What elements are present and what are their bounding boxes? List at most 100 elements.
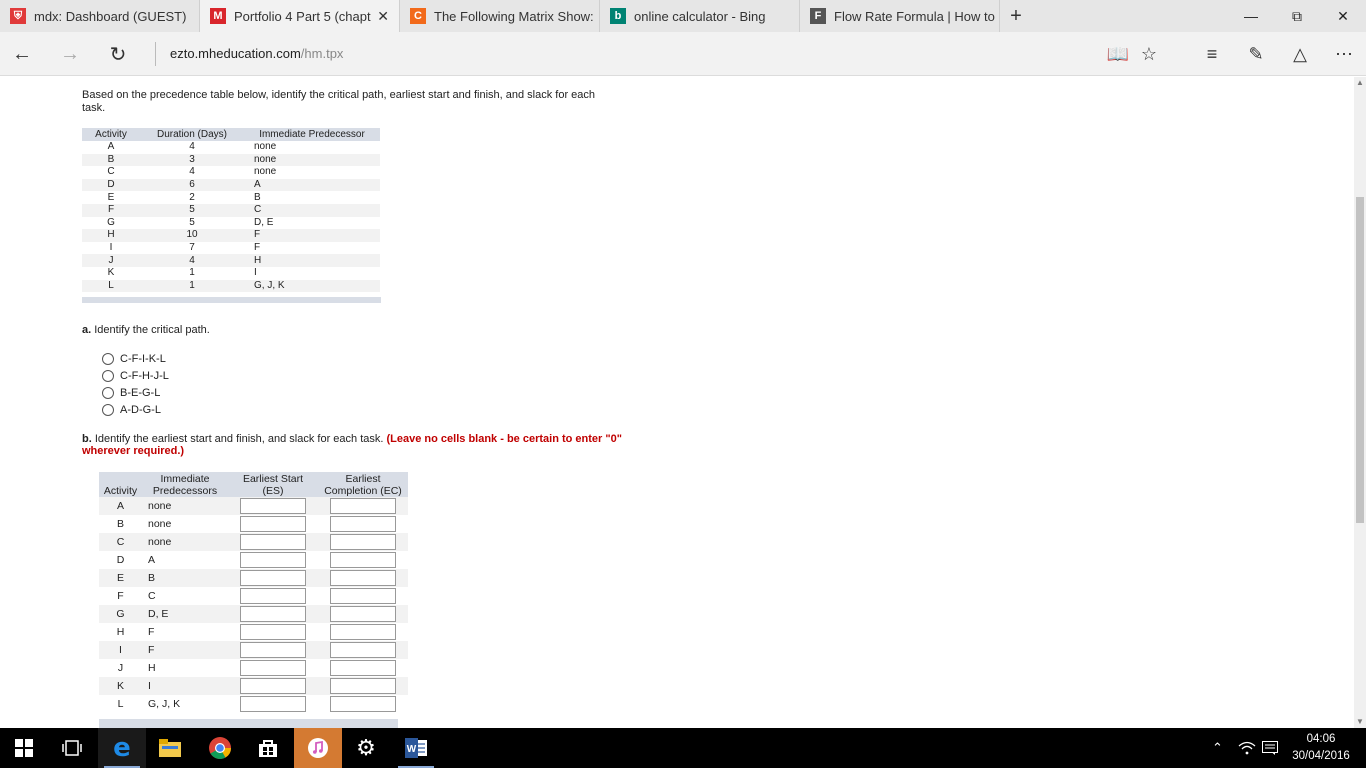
- browser-tab[interactable]: ⛨ mdx: Dashboard (GUEST): [0, 0, 200, 32]
- schedule-activity: K: [99, 677, 142, 695]
- more-icon[interactable]: ⋯: [1330, 40, 1358, 68]
- earliest-start-input[interactable]: [240, 606, 306, 622]
- back-icon[interactable]: ←: [8, 40, 36, 68]
- precedence-activity: L: [82, 279, 140, 293]
- browser-address-bar: ← → ↻ ezto.mheducation.com/hm.tpx 📖 ☆ ≡ …: [0, 32, 1366, 76]
- earliest-start-input[interactable]: [240, 660, 306, 676]
- taskbar-clock[interactable]: 04:06 30/04/2016: [1286, 731, 1356, 765]
- radio-button[interactable]: [102, 403, 114, 416]
- refresh-icon[interactable]: ↻: [104, 40, 132, 68]
- tab-title: mdx: Dashboard (GUEST): [34, 8, 187, 24]
- precedence-row: G 5 D, E: [82, 217, 380, 230]
- notifications-icon[interactable]: [1262, 728, 1278, 768]
- scroll-down-icon[interactable]: ▼: [1354, 716, 1366, 728]
- critical-path-option[interactable]: A-D-G-L: [102, 401, 169, 418]
- file-explorer-icon[interactable]: [146, 728, 194, 768]
- radio-button[interactable]: [102, 386, 114, 399]
- earliest-start-input[interactable]: [240, 624, 306, 640]
- earliest-start-input[interactable]: [240, 678, 306, 694]
- close-tab-icon[interactable]: ✕: [377, 8, 389, 25]
- earliest-completion-input[interactable]: [330, 660, 396, 676]
- share-icon[interactable]: △: [1286, 40, 1314, 68]
- svg-text:W: W: [407, 744, 417, 755]
- schedule-row: HF: [99, 623, 408, 641]
- earliest-completion-input[interactable]: [330, 696, 396, 712]
- edge-browser-icon[interactable]: e: [98, 728, 146, 768]
- precedence-activity: B: [82, 153, 140, 167]
- precedence-activity: H: [82, 229, 140, 242]
- part-b-question: b. Identify the earliest start and finis…: [82, 433, 622, 457]
- schedule-predecessors: none: [142, 497, 228, 515]
- precedence-row: L 1 G, J, K: [82, 279, 380, 293]
- store-icon[interactable]: [244, 728, 292, 768]
- reading-view-icon[interactable]: 📖: [1104, 40, 1132, 68]
- earliest-start-input[interactable]: [240, 552, 306, 568]
- task-view-icon[interactable]: [48, 728, 96, 768]
- url-field[interactable]: ezto.mheducation.com/hm.tpx: [170, 46, 343, 61]
- hub-icon[interactable]: ≡: [1198, 40, 1226, 68]
- earliest-start-input[interactable]: [240, 534, 306, 550]
- word-icon[interactable]: W: [392, 728, 440, 768]
- earliest-completion-input[interactable]: [330, 642, 396, 658]
- critical-path-option[interactable]: C-F-I-K-L: [102, 350, 169, 367]
- show-hidden-icons-chevron-icon[interactable]: ⌃: [1212, 728, 1223, 768]
- windows-start-icon[interactable]: [0, 728, 48, 768]
- earliest-completion-input[interactable]: [330, 498, 396, 514]
- earliest-completion-input[interactable]: [330, 624, 396, 640]
- critical-path-option[interactable]: B-E-G-L: [102, 384, 169, 401]
- earliest-start-input[interactable]: [240, 696, 306, 712]
- schedule-header-predecessors: Immediate Predecessors: [142, 472, 228, 497]
- earliest-completion-input[interactable]: [330, 570, 396, 586]
- schedule-activity: G: [99, 605, 142, 623]
- scroll-up-icon[interactable]: ▲: [1354, 77, 1366, 89]
- precedence-activity: J: [82, 254, 140, 267]
- option-label: B-E-G-L: [120, 386, 161, 399]
- browser-tab[interactable]: C The Following Matrix Show:: [400, 0, 600, 32]
- restore-button[interactable]: ⧉: [1274, 0, 1320, 32]
- critical-path-options: C-F-I-K-L C-F-H-J-L B-E-G-L A-D-G-L: [102, 350, 169, 418]
- schedule-predecessors: I: [142, 677, 228, 695]
- page-scrollbar[interactable]: ▲ ▼: [1354, 77, 1366, 728]
- precedence-row: K 1 I: [82, 267, 380, 280]
- earliest-completion-input[interactable]: [330, 534, 396, 550]
- chrome-icon[interactable]: [196, 728, 244, 768]
- settings-gear-icon[interactable]: ⚙: [342, 728, 390, 768]
- earliest-start-input[interactable]: [240, 498, 306, 514]
- schedule-table: Activity Immediate Predecessors Earliest…: [99, 472, 408, 713]
- wifi-icon[interactable]: [1238, 728, 1256, 768]
- minimize-button[interactable]: —: [1228, 0, 1274, 32]
- shield-favicon-icon: ⛨: [10, 8, 26, 24]
- critical-path-option[interactable]: C-F-H-J-L: [102, 367, 169, 384]
- earliest-start-input[interactable]: [240, 570, 306, 586]
- radio-button[interactable]: [102, 369, 114, 382]
- earliest-completion-input[interactable]: [330, 552, 396, 568]
- earliest-completion-input[interactable]: [330, 678, 396, 694]
- precedence-predecessor: G, J, K: [244, 279, 380, 293]
- close-window-button[interactable]: ✕: [1320, 0, 1366, 32]
- browser-tab[interactable]: M Portfolio 4 Part 5 (chapt ✕: [200, 0, 400, 32]
- forward-icon[interactable]: →: [56, 40, 84, 68]
- option-label: C-F-I-K-L: [120, 352, 166, 365]
- earliest-completion-input[interactable]: [330, 588, 396, 604]
- browser-tab[interactable]: F Flow Rate Formula | How to: [800, 0, 1000, 32]
- new-tab-button[interactable]: +: [1004, 4, 1028, 28]
- itunes-icon[interactable]: [294, 728, 342, 768]
- earliest-start-input[interactable]: [240, 588, 306, 604]
- clock-date: 30/04/2016: [1292, 750, 1350, 762]
- precedence-activity: E: [107, 191, 115, 203]
- browser-tab[interactable]: b online calculator - Bing: [600, 0, 800, 32]
- earliest-start-input[interactable]: [240, 642, 306, 658]
- option-label: A-D-G-L: [120, 403, 161, 416]
- earliest-completion-input[interactable]: [330, 606, 396, 622]
- precedence-predecessor: I: [254, 267, 257, 279]
- earliest-completion-input[interactable]: [330, 516, 396, 532]
- web-note-icon[interactable]: ✎: [1242, 40, 1270, 68]
- schedule-row: FC: [99, 587, 408, 605]
- precedence-activity: C: [107, 166, 115, 178]
- radio-button[interactable]: [102, 352, 114, 365]
- favorite-star-icon[interactable]: ☆: [1135, 40, 1163, 68]
- scroll-thumb[interactable]: [1356, 197, 1364, 523]
- page-content: Based on the precedence table below, ide…: [0, 77, 1354, 728]
- earliest-start-input[interactable]: [240, 516, 306, 532]
- precedence-predecessor: B: [254, 191, 261, 203]
